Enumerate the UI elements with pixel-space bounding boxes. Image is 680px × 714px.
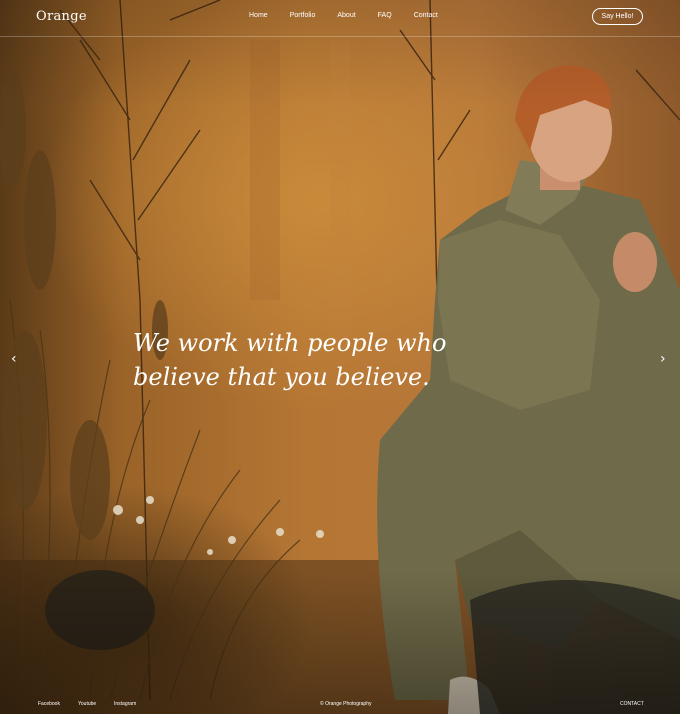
- nav-home[interactable]: Home: [249, 12, 268, 19]
- footer-link-instagram[interactable]: Instagram: [114, 701, 136, 707]
- say-hello-button[interactable]: Say Hello!: [592, 8, 643, 25]
- hero-section: Orange Home Portfolio About FAQ Contact …: [0, 0, 680, 714]
- nav-faq[interactable]: FAQ: [378, 12, 392, 19]
- hero-headline: We work with people who believe that you…: [133, 326, 446, 394]
- site-logo[interactable]: Orange: [36, 9, 87, 24]
- headline-line-1: We work with people who: [133, 329, 447, 357]
- main-nav: Home Portfolio About FAQ Contact: [249, 12, 460, 19]
- nav-portfolio[interactable]: Portfolio: [290, 12, 316, 19]
- footer-link-facebook[interactable]: Facebook: [38, 701, 60, 707]
- site-footer: Facebook Youtube Instagram © Orange Phot…: [0, 698, 680, 714]
- footer-contact-link[interactable]: CONTACT: [620, 701, 644, 707]
- nav-contact[interactable]: Contact: [414, 12, 438, 19]
- nav-about[interactable]: About: [337, 12, 355, 19]
- footer-link-youtube[interactable]: Youtube: [78, 701, 96, 707]
- headline-line-2: believe that you believe.: [133, 363, 430, 391]
- site-header: Orange Home Portfolio About FAQ Contact …: [0, 0, 680, 37]
- chevron-left-icon[interactable]: ‹: [11, 352, 17, 366]
- chevron-right-icon[interactable]: ›: [660, 352, 666, 366]
- footer-copyright: © Orange Photography: [320, 701, 372, 707]
